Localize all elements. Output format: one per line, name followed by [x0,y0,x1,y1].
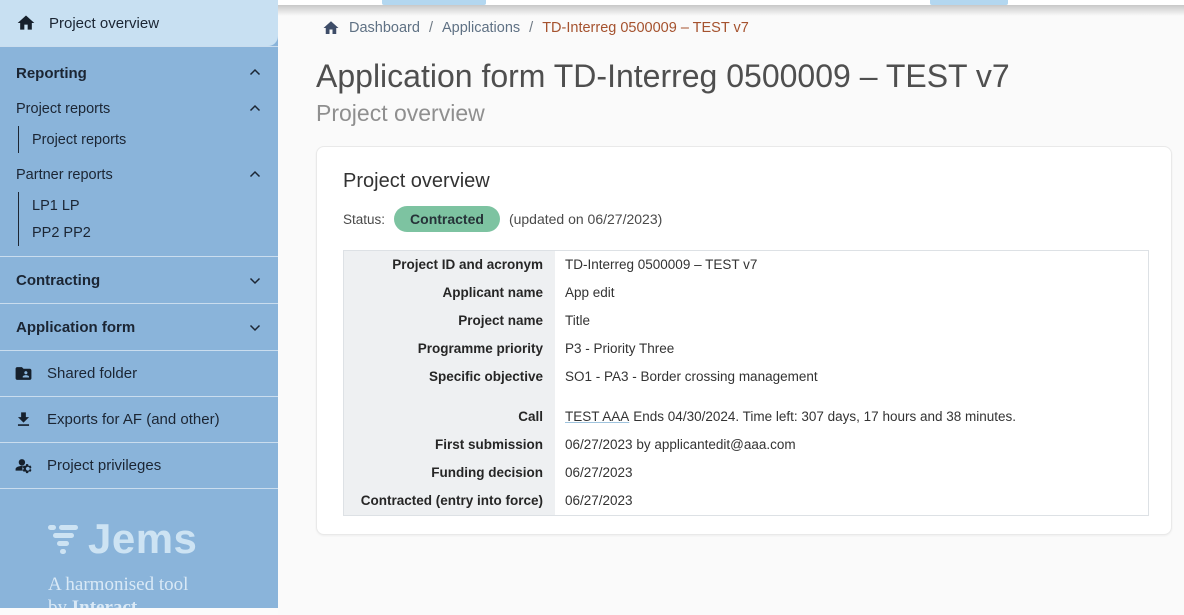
sidebar-item-project-reports[interactable]: Project reports [0,96,278,122]
sidebar-item-shared-folder[interactable]: Shared folder [0,351,278,396]
item-label: Shared folder [47,365,137,382]
status-updated: (updated on 06/27/2023) [509,211,662,227]
home-icon[interactable] [322,19,340,37]
manage-accounts-icon [14,456,33,475]
table-row: Contracted (entry into force)06/27/2023 [344,487,1148,515]
jems-logo: Jems A harmonised tool by Interact [48,515,278,615]
home-icon [16,13,36,33]
chevron-up-icon [246,64,264,82]
chevron-down-icon [246,271,264,289]
table-row: Applicant nameApp edit [344,279,1148,307]
project-reports-children: Project reports [18,126,278,153]
page-subtitle: Project overview [316,100,1184,127]
breadcrumb-separator: / [529,20,533,36]
download-icon [14,410,33,429]
chevron-down-icon [246,318,264,336]
item-label: Partner reports [16,167,113,183]
table-row: Project ID and acronymTD-Interreg 050000… [344,251,1148,279]
project-overview-card: Project overview Status: Contracted (upd… [316,146,1172,535]
item-label: Project privileges [47,457,161,474]
sidebar-item-partner-reports[interactable]: Partner reports [0,162,278,188]
status-badge: Contracted [394,206,500,232]
brand-name: Jems [88,515,197,563]
folder-shared-icon [14,364,33,383]
sidebar: Project overview Reporting Project repor… [0,0,278,608]
item-label: LP1 LP [32,198,80,214]
sidebar-item-project-privileges[interactable]: Project privileges [0,443,278,488]
item-label: PP2 PP2 [32,225,91,241]
breadcrumb-applications[interactable]: Applications [442,20,520,36]
sidebar-section-application-form[interactable]: Application form [0,304,278,350]
divider [0,488,278,489]
breadcrumb-dashboard[interactable]: Dashboard [349,20,420,36]
status-row: Status: Contracted (updated on 06/27/202… [343,206,1149,232]
sidebar-item-label: Project overview [49,15,159,32]
partner-reports-children: LP1 LP PP2 PP2 [18,192,278,246]
breadcrumb: Dashboard / Applications / TD-Interreg 0… [278,0,1184,37]
sidebar-item-lp1[interactable]: LP1 LP [32,192,278,219]
call-link[interactable]: TEST AAA [565,409,629,424]
sidebar-item-project-reports-child[interactable]: Project reports [32,126,278,153]
sidebar-item-exports[interactable]: Exports for AF (and other) [0,397,278,442]
page-title: Application form TD-Interreg 0500009 – T… [316,58,1184,95]
sidebar-bottom-strip [0,608,278,615]
item-label: Exports for AF (and other) [47,411,220,428]
item-label: Project reports [16,101,110,117]
header-remnant [278,0,1184,5]
chevron-up-icon [246,166,264,184]
jems-hive-icon [48,525,78,554]
breadcrumb-separator: / [429,20,433,36]
item-label: Project reports [32,132,126,148]
breadcrumb-current[interactable]: TD-Interreg 0500009 – TEST v7 [542,20,749,36]
table-row: Programme priorityP3 - Priority Three [344,335,1148,363]
call-details: Ends 04/30/2024. Time left: 307 days, 17… [633,409,1016,424]
card-heading: Project overview [343,170,1149,193]
table-spacer-row [344,391,1148,403]
status-label: Status: [343,212,385,227]
project-info-table: Project ID and acronymTD-Interreg 050000… [343,250,1149,516]
header-button-remnant[interactable] [930,0,1008,5]
sidebar-section-contracting[interactable]: Contracting [0,257,278,303]
table-row: Funding decision06/27/2023 [344,459,1148,487]
sidebar-section-reporting[interactable]: Reporting [0,59,278,87]
table-row: First submission06/27/2023 by applicante… [344,431,1148,459]
sidebar-item-project-overview[interactable]: Project overview [0,0,278,46]
table-row-call: Call TEST AAAEnds 04/30/2024. Time left:… [344,403,1148,431]
table-row: Project nameTitle [344,307,1148,335]
chevron-up-icon [246,100,264,118]
main-content: Dashboard / Applications / TD-Interreg 0… [278,0,1184,615]
section-label: Application form [16,319,135,336]
sidebar-item-pp2[interactable]: PP2 PP2 [32,219,278,246]
section-label: Contracting [16,272,100,289]
section-label: Reporting [16,65,87,82]
header-button-remnant[interactable] [382,0,486,5]
table-row: Specific objectiveSO1 - PA3 - Border cro… [344,363,1148,391]
